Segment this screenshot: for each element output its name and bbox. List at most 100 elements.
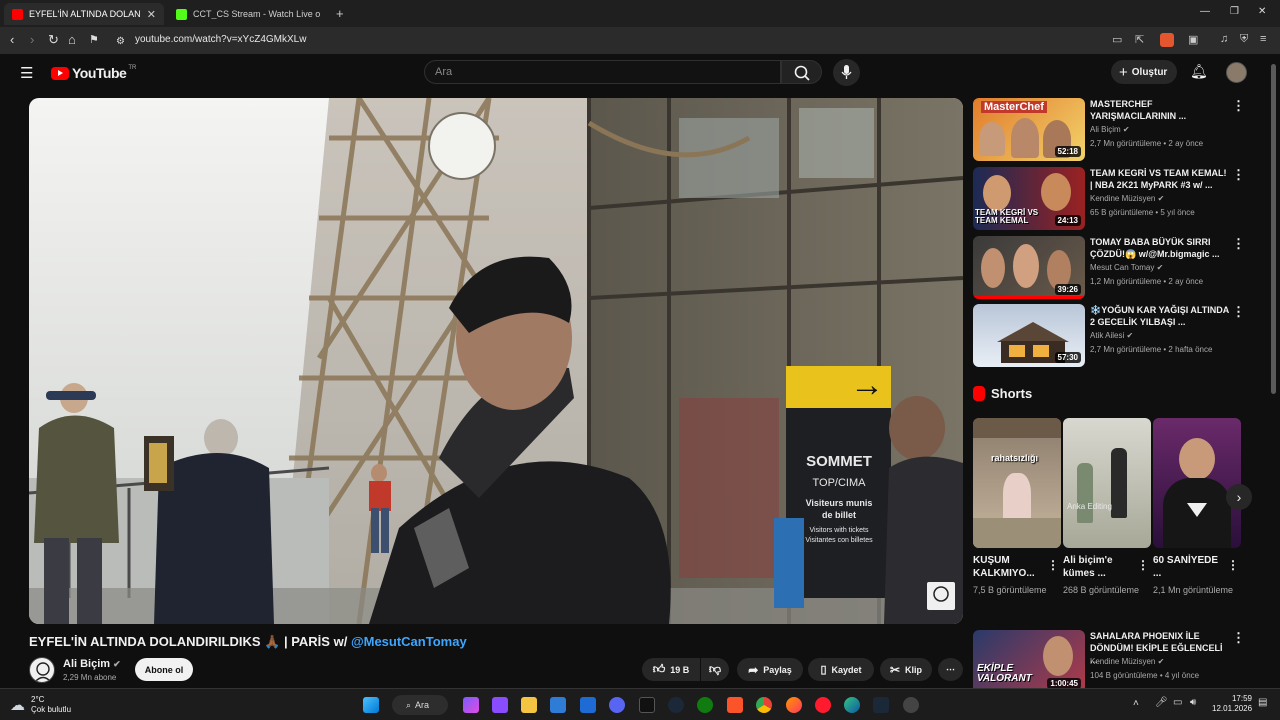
new-tab-icon[interactable]: + [336,6,344,21]
recommendation-channel[interactable]: Atik Ailesi ✔ [1090,331,1133,340]
more-vertical-icon[interactable]: ⋮ [1227,558,1239,572]
weather-widget[interactable]: ☁ 2°C Çok bulutlu [10,695,71,715]
store-icon[interactable] [550,697,566,713]
recommendation-channel[interactable]: Kendine Müzisyen ✔ [1090,657,1164,666]
close-window-icon[interactable]: ✕ [1258,6,1266,17]
short-item[interactable]: Anka Editing Ali biçim'e kümes ... 268 B… [1063,418,1151,597]
xbox-icon[interactable] [697,697,713,713]
hamburger-menu-icon[interactable]: ☰ [20,64,33,82]
save-button[interactable]: ▯ Kaydet [808,658,874,681]
outlook-icon[interactable] [580,697,596,713]
recommendation-item[interactable]: MasterChef 52:18 MASTERCHEF YARIŞMACILAR… [973,98,1268,162]
more-vertical-icon[interactable]: ⋮ [1232,630,1245,646]
share-button[interactable]: ➦ Paylaş [737,658,803,681]
cast-icon[interactable]: ▭ [1112,33,1122,46]
opera-icon[interactable] [815,697,831,713]
steam-app-icon[interactable] [873,697,889,713]
menu-icon[interactable]: ≡ [1260,33,1266,45]
more-vertical-icon[interactable]: ⋮ [1232,167,1245,183]
video-player[interactable]: → SOMMET TOP/CIMA Visiteurs munis de bil… [29,98,963,624]
search-button[interactable] [781,60,822,84]
short-thumbnail[interactable]: Anka Editing [1063,418,1151,548]
dislike-button[interactable]: 👎︎ [701,658,729,681]
notification-center-icon[interactable]: ▤ [1258,697,1267,708]
copilot-icon[interactable] [463,697,479,713]
url-field[interactable]: youtube.com/watch?v=xYcZ4GMkXLw [135,34,306,45]
scrollbar-thumb[interactable] [1271,64,1276,394]
short-thumbnail[interactable]: rahatsızlığı [973,418,1061,548]
create-button[interactable]: + Oluştur [1111,60,1177,84]
video-thumbnail[interactable]: 39:26 [973,236,1085,299]
account-avatar[interactable] [1226,62,1247,83]
minimize-icon[interactable]: — [1200,6,1210,17]
short-title[interactable]: KUŞUM KALKMIYO... [973,554,1045,580]
back-icon[interactable]: ‹ [10,32,14,48]
taskbar-search[interactable]: ⌕ Ara [392,695,448,715]
short-item[interactable]: 60 SANİYEDE ... 2,1 Mn görüntüleme ⋮ [1153,418,1241,597]
more-vertical-icon[interactable]: ⋮ [1232,98,1245,114]
media-icon[interactable]: ♫ [1220,33,1228,45]
discord-icon[interactable] [609,697,625,713]
video-thumbnail[interactable]: EKİPLE VALORANT 1:00:45 [973,630,1085,693]
search-input[interactable]: Ara [424,60,781,84]
file-explorer-icon[interactable] [521,697,537,713]
video-thumbnail[interactable]: MasterChef 52:18 [973,98,1085,161]
voice-search-button[interactable] [833,59,860,86]
recommendation-channel[interactable]: Ali Biçim ✔ [1090,125,1130,134]
tray-overflow-icon[interactable]: ˄ [1133,698,1139,709]
clock[interactable]: 17:59 12.01.2026 [1212,694,1252,714]
settings-gear-icon[interactable] [903,697,919,713]
restore-icon[interactable]: ❐ [1230,6,1239,17]
more-vertical-icon[interactable]: ⋮ [1232,304,1245,320]
like-button[interactable]: 👍︎ 19 B [642,658,700,681]
short-thumbnail[interactable] [1153,418,1241,548]
reload-icon[interactable]: ↻ [48,32,59,48]
channel-watermark[interactable] [927,582,955,610]
recommendation-item[interactable]: 39:26 TOMAY BABA BÜYÜK SIRRI ÇÖZDÜ!😱 w/@… [973,236,1268,300]
channel-name[interactable]: Ali Biçim ✔ [63,658,121,670]
bookmark-icon[interactable]: ⚑ [89,32,99,48]
start-icon[interactable] [363,697,379,713]
recommendation-title[interactable]: TEAM KEGRİ VS TEAM KEMAL! | NBA 2K21 MyP… [1090,167,1230,191]
tab-kick[interactable]: CCT_CS Stream - Watch Live on Kick [168,3,328,25]
forward-icon[interactable]: › [30,32,34,48]
more-vertical-icon[interactable]: ⋮ [1047,558,1059,572]
more-actions-button[interactable]: ⋯ [938,658,963,681]
brave-icon[interactable] [727,697,743,713]
recommendation-title[interactable]: ❄️YOĞUN KAR YAĞIŞI ALTINDA 2 GECELİK YIL… [1090,304,1230,328]
vpn-icon[interactable]: ⛨ [1240,33,1248,46]
recommendation-channel[interactable]: Mesut Can Tomay ✔ [1090,263,1163,272]
recommendation-title[interactable]: MASTERCHEF YARIŞMACILARININ ... [1090,98,1230,122]
recommendation-title[interactable]: TOMAY BABA BÜYÜK SIRRI ÇÖZDÜ!😱 w/@Mr.big… [1090,236,1230,260]
recommendation-item[interactable]: EKİPLE VALORANT 1:00:45 SAHALARA PHOENIX… [973,630,1268,694]
chrome-icon[interactable] [756,697,772,713]
home-icon[interactable]: ⌂ [68,32,76,48]
video-thumbnail[interactable]: TEAM KEGRİ VS TEAM KEMAL 24:13 [973,167,1085,230]
notifications-bell-icon[interactable]: 🔔︎ [1190,63,1208,80]
short-title[interactable]: 60 SANİYEDE ... [1153,554,1225,580]
tab-youtube[interactable]: EYFEL'İN ALTINDA DOLANDIRI ✕ [4,3,164,25]
subscribe-button[interactable]: Abone ol [135,658,193,681]
edge-icon[interactable] [844,697,860,713]
volume-icon[interactable]: 🔊︎ [1190,697,1196,708]
close-tab-icon[interactable]: ✕ [147,8,156,21]
site-info-icon[interactable]: ⚙ [116,34,125,50]
channel-avatar[interactable] [29,657,55,683]
more-vertical-icon[interactable]: ⋮ [1137,558,1149,572]
microphone-tray-icon[interactable]: 🎤︎ [1155,697,1168,708]
short-item[interactable]: rahatsızlığı KUŞUM KALKMIYO... 7,5 B gör… [973,418,1061,597]
share-page-icon[interactable]: ⇱ [1135,33,1144,46]
network-icon[interactable]: ▭ [1173,697,1182,708]
clip-button[interactable]: ✂ Klip [880,658,932,681]
firefox-icon[interactable] [786,697,802,713]
youtube-logo[interactable]: YouTube TR [51,65,136,81]
page-scrollbar[interactable] [1268,54,1280,688]
brave-shields-icon[interactable] [1160,33,1174,47]
recommendation-item[interactable]: 57:30 ❄️YOĞUN KAR YAĞIŞI ALTINDA 2 GECEL… [973,304,1268,368]
more-vertical-icon[interactable]: ⋮ [1232,236,1245,252]
recommendation-item[interactable]: TEAM KEGRİ VS TEAM KEMAL 24:13 TEAM KEGR… [973,167,1268,231]
recommendation-channel[interactable]: Kendine Müzisyen ✔ [1090,194,1164,203]
mention-link[interactable]: @MesutCanTomay [351,634,467,649]
epic-games-icon[interactable] [639,697,655,713]
video-thumbnail[interactable]: 57:30 [973,304,1085,367]
